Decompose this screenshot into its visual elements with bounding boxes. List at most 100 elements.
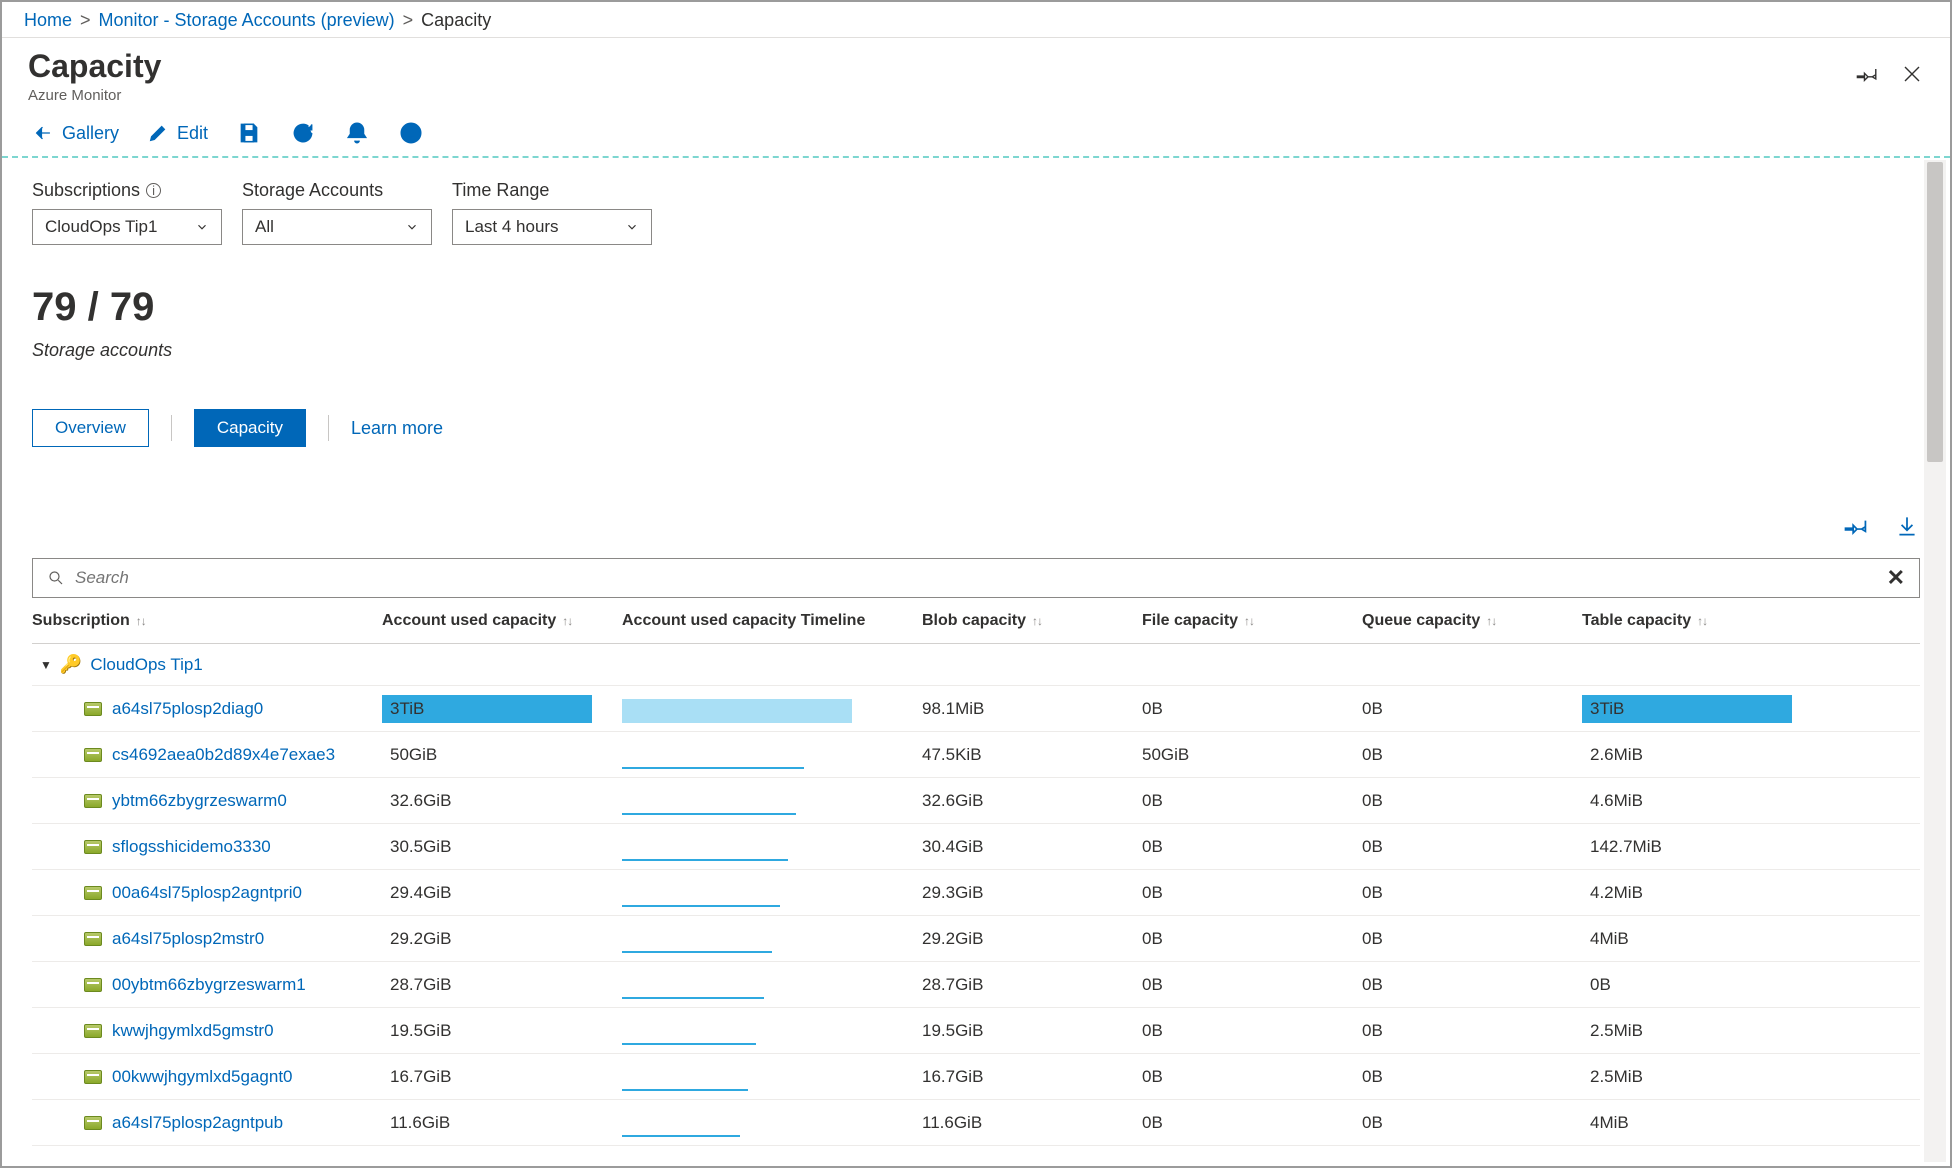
table-capacity-cell: 4MiB [1582, 1107, 1822, 1139]
pin-table-icon[interactable] [1844, 513, 1870, 544]
storage-account-link[interactable]: 00ybtm66zbygrzeswarm1 [112, 975, 306, 995]
file-capacity-cell: 0B [1142, 1021, 1362, 1041]
table-capacity-cell: 0B [1582, 969, 1822, 1001]
save-button[interactable] [236, 120, 262, 146]
storage-account-link[interactable]: ybtm66zbygrzeswarm0 [112, 791, 287, 811]
close-icon[interactable] [1900, 62, 1924, 91]
info-icon[interactable]: i [146, 183, 161, 198]
time-range-dropdown[interactable]: Last 4 hours [452, 209, 652, 245]
blob-capacity-cell: 32.6GiB [922, 791, 1142, 811]
search-input[interactable] [75, 568, 1877, 588]
table-capacity-cell: 4MiB [1582, 923, 1822, 955]
storage-account-link[interactable]: 00kwwjhgymlxd5gagnt0 [112, 1067, 293, 1087]
breadcrumb: Home > Monitor - Storage Accounts (previ… [2, 2, 1950, 38]
blob-capacity-cell: 29.3GiB [922, 883, 1142, 903]
col-account-used[interactable]: Account used capacity↑↓ [382, 612, 622, 630]
col-subscription[interactable]: Subscription↑↓ [32, 612, 382, 630]
storage-accounts-dropdown[interactable]: All [242, 209, 432, 245]
page-subtitle: Azure Monitor [28, 87, 1856, 104]
search-icon [47, 569, 65, 587]
refresh-button[interactable] [290, 120, 316, 146]
summary-count: 79 / 79 [32, 285, 1920, 330]
col-timeline[interactable]: Account used capacity Timeline [622, 612, 922, 630]
queue-capacity-cell: 0B [1362, 1113, 1582, 1133]
queue-capacity-cell: 0B [1362, 929, 1582, 949]
storage-account-icon [84, 1070, 102, 1084]
storage-account-link[interactable]: a64sl75plosp2diag0 [112, 699, 263, 719]
col-blob[interactable]: Blob capacity↑↓ [922, 612, 1142, 630]
file-capacity-cell: 0B [1142, 791, 1362, 811]
queue-capacity-cell: 0B [1362, 745, 1582, 765]
queue-capacity-cell: 0B [1362, 1067, 1582, 1087]
used-capacity-cell: 11.6GiB [382, 1107, 622, 1139]
storage-account-link[interactable]: sflogsshicidemo3330 [112, 837, 271, 857]
table-row: a64sl75plosp2diag03TiB98.1MiB0B0B3TiB [32, 686, 1920, 732]
subscriptions-dropdown[interactable]: CloudOps Tip1 [32, 209, 222, 245]
pin-icon[interactable] [1856, 62, 1880, 91]
col-table[interactable]: Table capacity↑↓ [1582, 612, 1822, 630]
storage-account-icon [84, 748, 102, 762]
file-capacity-cell: 0B [1142, 837, 1362, 857]
used-capacity-cell: 32.6GiB [382, 785, 622, 817]
breadcrumb-home[interactable]: Home [24, 10, 72, 31]
gallery-button[interactable]: Gallery [32, 122, 119, 144]
subscriptions-value: CloudOps Tip1 [45, 217, 157, 237]
page-title: Capacity [28, 48, 1856, 85]
tab-overview[interactable]: Overview [32, 409, 149, 447]
table-row: cs4692aea0b2d89x4e7exae350GiB47.5KiB50Gi… [32, 732, 1920, 778]
storage-account-icon [84, 932, 102, 946]
breadcrumb-monitor[interactable]: Monitor - Storage Accounts (preview) [99, 10, 395, 31]
blob-capacity-cell: 11.6GiB [922, 1113, 1142, 1133]
blob-capacity-cell: 16.7GiB [922, 1067, 1142, 1087]
chevron-down-icon [405, 220, 419, 234]
storage-account-link[interactable]: a64sl75plosp2mstr0 [112, 929, 264, 949]
storage-accounts-label: Storage Accounts [242, 180, 432, 201]
file-capacity-cell: 0B [1142, 929, 1362, 949]
separator [328, 415, 329, 441]
storage-account-icon [84, 840, 102, 854]
subscriptions-label: Subscriptionsi [32, 180, 222, 201]
table-capacity-cell: 3TiB [1582, 693, 1822, 725]
storage-account-icon [84, 978, 102, 992]
feedback-button[interactable] [398, 120, 424, 146]
storage-account-link[interactable]: a64sl75plosp2agntpub [112, 1113, 283, 1133]
storage-accounts-value: All [255, 217, 274, 237]
queue-capacity-cell: 0B [1362, 975, 1582, 995]
table-capacity-cell: 2.6MiB [1582, 739, 1822, 771]
table-row: kwwjhgymlxd5gmstr019.5GiB19.5GiB0B0B2.5M… [32, 1008, 1920, 1054]
used-capacity-cell: 3TiB [382, 693, 622, 725]
chevron-down-icon [625, 220, 639, 234]
blob-capacity-cell: 19.5GiB [922, 1021, 1142, 1041]
blob-capacity-cell: 30.4GiB [922, 837, 1142, 857]
timeline-cell [622, 1109, 922, 1137]
blob-capacity-cell: 29.2GiB [922, 929, 1142, 949]
storage-account-link[interactable]: cs4692aea0b2d89x4e7exae3 [112, 745, 335, 765]
timeline-cell [622, 879, 922, 907]
table-actions [2, 513, 1950, 544]
summary-label: Storage accounts [32, 340, 1920, 361]
timeline-cell [622, 695, 922, 723]
table-capacity-cell: 2.5MiB [1582, 1061, 1822, 1093]
vertical-scrollbar[interactable] [1924, 160, 1946, 1162]
capacity-table: Subscription↑↓ Account used capacity↑↓ A… [32, 598, 1920, 1146]
group-name[interactable]: CloudOps Tip1 [90, 655, 202, 675]
col-queue[interactable]: Queue capacity↑↓ [1362, 612, 1582, 630]
tab-capacity[interactable]: Capacity [194, 409, 306, 447]
timeline-cell [622, 741, 922, 769]
table-row: ybtm66zbygrzeswarm032.6GiB32.6GiB0B0B4.6… [32, 778, 1920, 824]
used-capacity-cell: 50GiB [382, 739, 622, 771]
storage-account-link[interactable]: kwwjhgymlxd5gmstr0 [112, 1021, 274, 1041]
alert-button[interactable] [344, 120, 370, 146]
timeline-cell [622, 1017, 922, 1045]
file-capacity-cell: 0B [1142, 883, 1362, 903]
download-icon[interactable] [1894, 513, 1920, 544]
storage-account-link[interactable]: 00a64sl75plosp2agntpri0 [112, 883, 302, 903]
edit-button[interactable]: Edit [147, 122, 208, 144]
used-capacity-cell: 30.5GiB [382, 831, 622, 863]
learn-more-link[interactable]: Learn more [351, 418, 443, 439]
col-file[interactable]: File capacity↑↓ [1142, 612, 1362, 630]
collapse-icon[interactable]: ▼ [40, 658, 52, 672]
clear-search-icon[interactable]: ✕ [1887, 565, 1905, 591]
table-row: sflogsshicidemo333030.5GiB30.4GiB0B0B142… [32, 824, 1920, 870]
group-row[interactable]: ▼ 🔑 CloudOps Tip1 [32, 644, 1920, 686]
